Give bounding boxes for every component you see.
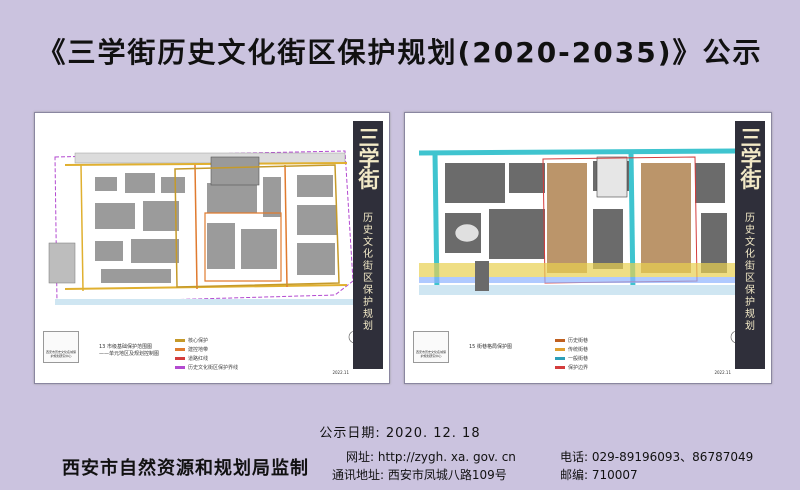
legend-item: 道路红线 — [175, 355, 325, 362]
side-title-main: 三学街 — [358, 125, 380, 192]
map-legend: 历史街巷 传统街巷 一般街巷 保护边界 — [555, 335, 705, 371]
legend-item: 保护边界 — [555, 364, 705, 371]
side-title-sub: 历史文化街区保护规划 — [363, 213, 373, 332]
map-date: 2022.11 — [714, 370, 731, 375]
map-date: 2022.11 — [332, 370, 349, 375]
page-title: 《三学街历史文化街区保护规划(2020-2035)》公示 — [37, 36, 763, 69]
side-title-sub: 历史文化街区保护规划 — [745, 213, 755, 332]
map-caption: 15 街巷格局保护图 — [469, 343, 512, 350]
address-text: 通讯地址: 西安市凤城八路109号 — [332, 468, 507, 482]
legend-item: 核心保护 — [175, 337, 325, 344]
institute-logo: 西安市历史文化名城保护规划研究中心 — [413, 331, 449, 363]
legend-item: 历史街巷 — [555, 337, 705, 344]
zip-text: 邮编: 710007 — [560, 468, 638, 482]
institute-name: 西安市历史文化名城保护规划研究中心 — [46, 350, 77, 358]
map-legend: 核心保护 建控地带 道路红线 历史文化街区保护界线 — [175, 335, 325, 371]
map-caption: 13 市级基础保护范围图 ——单元地区及规划控制图 — [99, 343, 159, 357]
side-title-block: 三学街 历史文化街区保护规划 — [353, 121, 383, 369]
map-caption-subtitle: ——单元地区及规划控制图 — [99, 351, 160, 357]
legend-item: 一般街巷 — [555, 355, 705, 362]
legend-item: 历史文化街区保护界线 — [175, 364, 325, 371]
website-text: 网址: http://zygh. xa. gov. cn — [346, 450, 516, 464]
institute-name: 西安市历史文化名城保护规划研究中心 — [416, 350, 447, 358]
legend-item: 建控地带 — [175, 346, 325, 353]
side-title-block: 三学街 历史文化街区保护规划 — [735, 121, 765, 369]
plan-map-left: 三学街 历史文化街区保护规划 西安市历史文化名城保护规划研究中心 13 市级基础… — [34, 112, 390, 384]
map-caption-title: 13 市级基础保护范围图 — [99, 344, 152, 350]
map-caption-title: 15 街巷格局保护图 — [469, 344, 512, 350]
phone-text: 电话: 029-89196093、86787049 — [560, 450, 754, 464]
organization-name: 西安市自然资源和规划局监制 — [62, 458, 309, 479]
side-title-main: 三学街 — [740, 125, 762, 192]
institute-logo: 西安市历史文化名城保护规划研究中心 — [43, 331, 79, 363]
publication-date: 公示日期: 2020. 12. 18 — [319, 426, 481, 441]
title-banner: 《三学街历史文化街区保护规划(2020-2035)》公示 — [6, 8, 794, 94]
plan-map-right: 三学街 历史文化街区保护规划 西安市历史文化名城保护规划研究中心 15 街巷格局… — [404, 112, 772, 384]
legend-item: 传统街巷 — [555, 346, 705, 353]
footer: 西安市自然资源和规划局监制 网址: http://zygh. xa. gov. … — [0, 444, 800, 490]
